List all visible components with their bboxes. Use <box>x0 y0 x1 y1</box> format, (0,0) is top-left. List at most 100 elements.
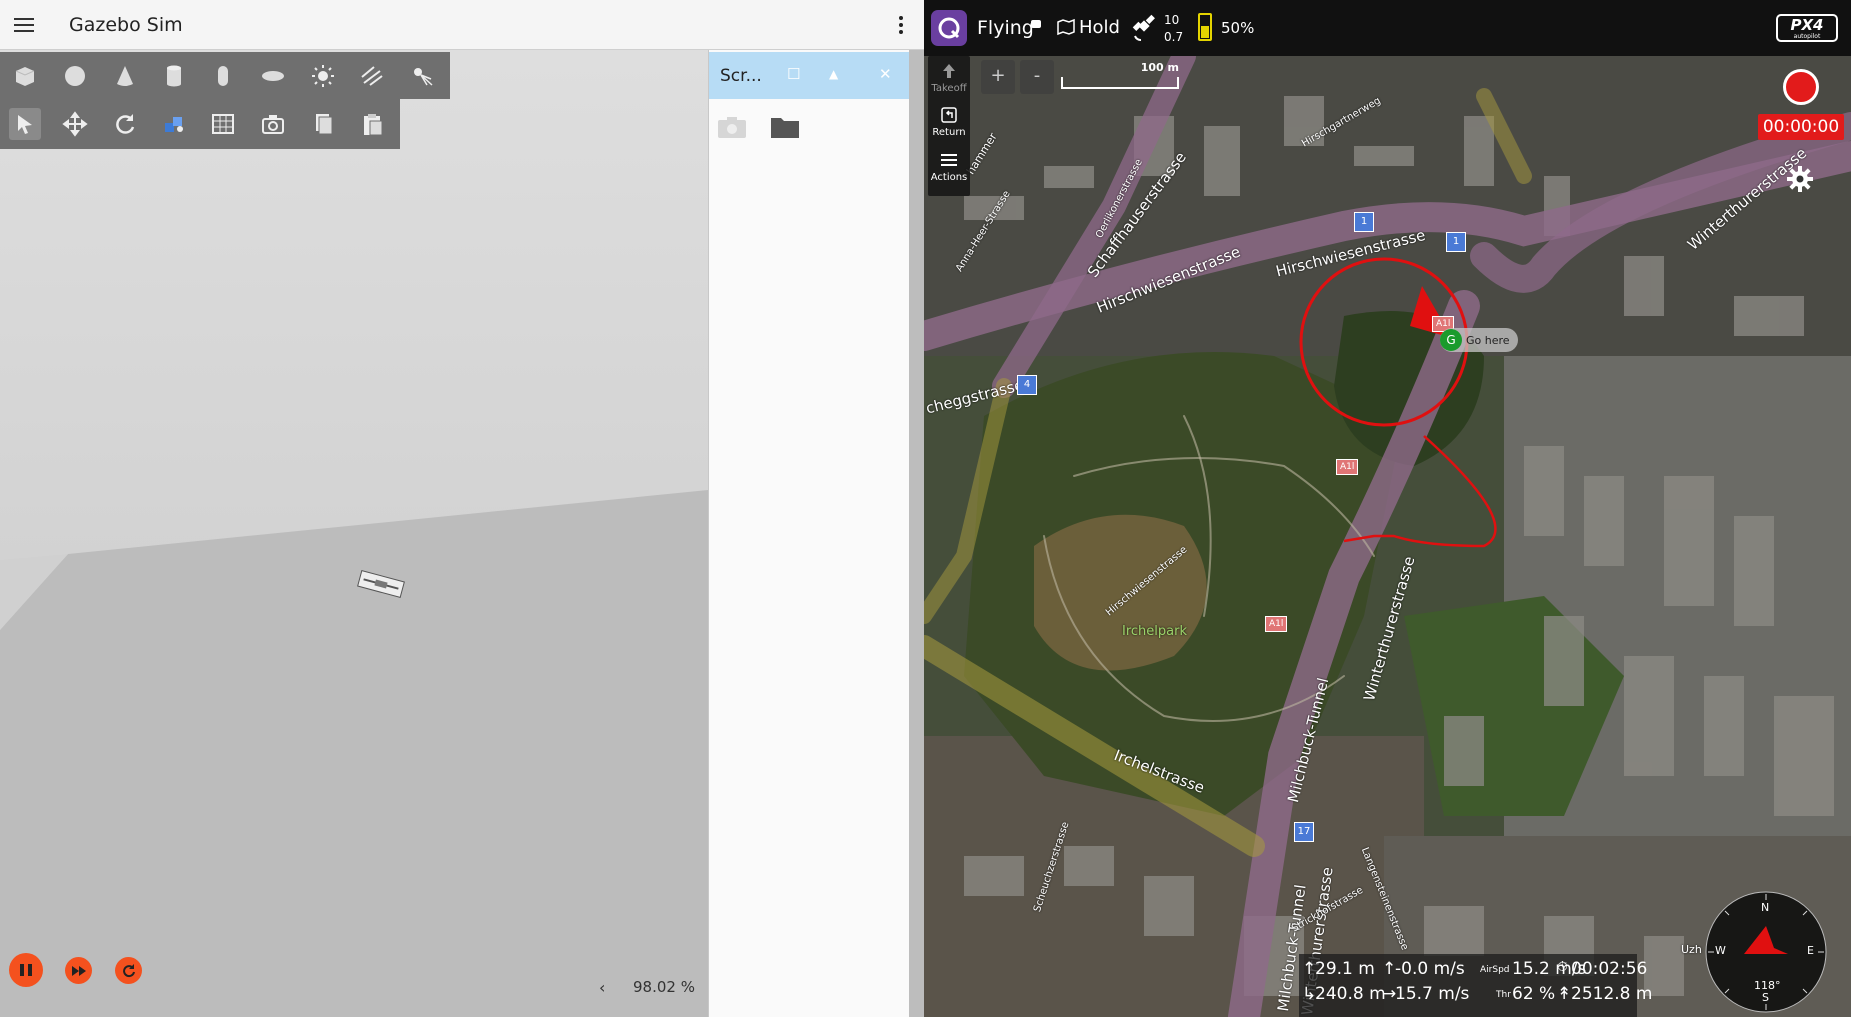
translate-icon[interactable] <box>59 108 91 140</box>
panel-collapse-icon[interactable]: ▲ <box>829 67 838 81</box>
gear-icon[interactable] <box>1786 165 1814 193</box>
record-button[interactable] <box>1783 69 1819 105</box>
gazebo-3d-scene[interactable] <box>0 50 708 1017</box>
flight-mode-icon <box>1057 18 1075 40</box>
screenshot-panel: Scr... ☐ ▲ ✕ <box>708 50 910 1017</box>
route-marker: 1 <box>1354 212 1374 232</box>
battery-fill <box>1201 26 1209 38</box>
compass-south: S <box>1762 991 1769 1004</box>
scale-bar <box>1061 77 1179 89</box>
go-here-marker[interactable]: G Go here <box>1440 328 1518 352</box>
route-marker: A1l <box>1265 616 1288 632</box>
zoom-out-button[interactable]: - <box>1020 60 1054 94</box>
altitude-value: 29.1 m <box>1315 959 1375 979</box>
compass-widget[interactable]: N S E W 118° <box>1702 888 1830 1016</box>
return-label: Return <box>932 127 966 138</box>
vertical-speed-value: -0.0 m/s <box>1395 959 1465 979</box>
go-here-label: Go here <box>1466 333 1510 347</box>
copy-icon[interactable] <box>307 108 339 140</box>
compass-heading: 118° <box>1754 979 1781 992</box>
qgroundcontrol-window: Hirschwiesenstrasse Hirschwiesenstrasse … <box>924 0 1851 1017</box>
telemetry-panel[interactable]: ↑ 29.1 m ↑ -0.0 m/s AirSpd 15.2 m/s ⏱ 00… <box>1299 954 1652 1017</box>
reset-button[interactable] <box>115 957 142 984</box>
takeoff-icon <box>943 64 955 78</box>
timer-icon: ⏱ <box>1557 959 1568 975</box>
compass-east: E <box>1807 944 1814 957</box>
camera-capture-icon[interactable] <box>717 115 747 143</box>
directional-light-icon[interactable] <box>356 60 388 92</box>
messages-icon[interactable] <box>1031 20 1041 28</box>
hamburger-menu-icon[interactable] <box>14 15 34 35</box>
select-icon[interactable] <box>9 108 41 140</box>
ground-speed-value: 15.7 m/s <box>1395 984 1470 1004</box>
box-icon[interactable] <box>9 60 41 92</box>
return-button[interactable]: Return <box>928 106 970 138</box>
pause-button[interactable] <box>9 953 43 987</box>
takeoff-label: Takeoff <box>931 83 967 94</box>
paste-icon[interactable] <box>356 108 388 140</box>
px4-brand: PX4 <box>1790 16 1824 34</box>
gps-satellite-count: 10 <box>1164 13 1180 27</box>
camera-icon[interactable] <box>257 108 289 140</box>
sphere-icon[interactable] <box>59 60 91 92</box>
actions-label: Actions <box>930 172 968 183</box>
panel-close-icon[interactable]: ✕ <box>879 65 892 83</box>
cone-icon[interactable] <box>109 60 141 92</box>
distance-traveled-value: 2512.8 m <box>1571 984 1653 1004</box>
throttle-value: 62 % <box>1512 984 1556 1004</box>
battery-percent: 50% <box>1221 19 1255 37</box>
zoom-in-button[interactable]: + <box>981 60 1015 94</box>
compass-west: W <box>1715 944 1726 957</box>
gazebo-titlebar: Gazebo Sim <box>0 0 924 50</box>
cylinder-icon[interactable] <box>158 60 190 92</box>
ground-plane <box>0 490 708 1017</box>
sun-light-icon[interactable] <box>307 60 339 92</box>
airspeed-label: AirSpd <box>1480 965 1510 975</box>
folder-icon[interactable] <box>770 115 800 143</box>
real-time-factor: 98.02 % <box>633 978 695 996</box>
gps-satellite-icon[interactable] <box>1130 14 1158 46</box>
route-marker: 4 <box>1017 375 1037 395</box>
transform-toolbar <box>0 99 400 149</box>
throttle-label: Thr <box>1496 990 1511 1000</box>
splitter-handle[interactable] <box>909 50 924 1017</box>
panel-header: Scr... ☐ ▲ ✕ <box>709 52 910 99</box>
rotate-icon[interactable] <box>109 108 141 140</box>
more-options-icon[interactable] <box>897 14 905 36</box>
map-scale: 100 m <box>1059 61 1181 91</box>
px4-brand-sub: autopilot <box>1793 33 1821 40</box>
actions-button[interactable]: Actions <box>928 151 970 183</box>
gps-hdop: 0.7 <box>1164 30 1184 44</box>
grid-icon[interactable] <box>207 108 239 140</box>
flight-mode[interactable]: Hold <box>1079 17 1120 38</box>
route-marker: 17 <box>1294 822 1314 842</box>
ellipsoid-icon[interactable] <box>257 60 289 92</box>
menu-icon <box>941 154 957 166</box>
return-icon <box>941 107 957 123</box>
stats-expand-icon[interactable]: ‹ <box>599 978 605 997</box>
distance-home-value: 240.8 m <box>1315 984 1386 1004</box>
capsule-icon[interactable] <box>207 60 239 92</box>
flight-state[interactable]: Flying <box>977 17 1034 39</box>
takeoff-button[interactable]: Takeoff <box>928 62 970 94</box>
app-title: Gazebo Sim <box>69 14 183 36</box>
go-here-icon: G <box>1440 329 1462 351</box>
fly-toolstrip: Takeoff Return Actions <box>928 56 970 196</box>
route-marker: A1l <box>1336 459 1359 475</box>
shapes-toolbar <box>0 52 450 99</box>
px4-logo: PX4 autopilot <box>1776 14 1838 42</box>
qgc-logo-icon[interactable] <box>931 10 967 46</box>
recording-timer: 00:00:00 <box>1758 114 1844 140</box>
snap-icon[interactable] <box>158 108 190 140</box>
step-forward-button[interactable] <box>65 957 92 984</box>
spot-light-icon[interactable] <box>406 60 438 92</box>
satellite-map[interactable] <box>924 56 1851 1017</box>
panel-float-icon[interactable]: ☐ <box>787 65 800 83</box>
gazebo-window: Gazebo Sim Scr... ☐ ▲ ✕ ‹ 98.02 % <box>0 0 924 1017</box>
route-marker: 1 <box>1446 232 1466 252</box>
scale-label: 100 m <box>1140 61 1179 74</box>
panel-title: Scr... <box>720 66 762 86</box>
battery-icon[interactable] <box>1198 13 1212 41</box>
qgc-toolbar: Flying Hold 10 0.7 50% PX4 autopilot <box>924 0 1851 56</box>
distance-traveled-icon: ↟ <box>1557 984 1572 1004</box>
